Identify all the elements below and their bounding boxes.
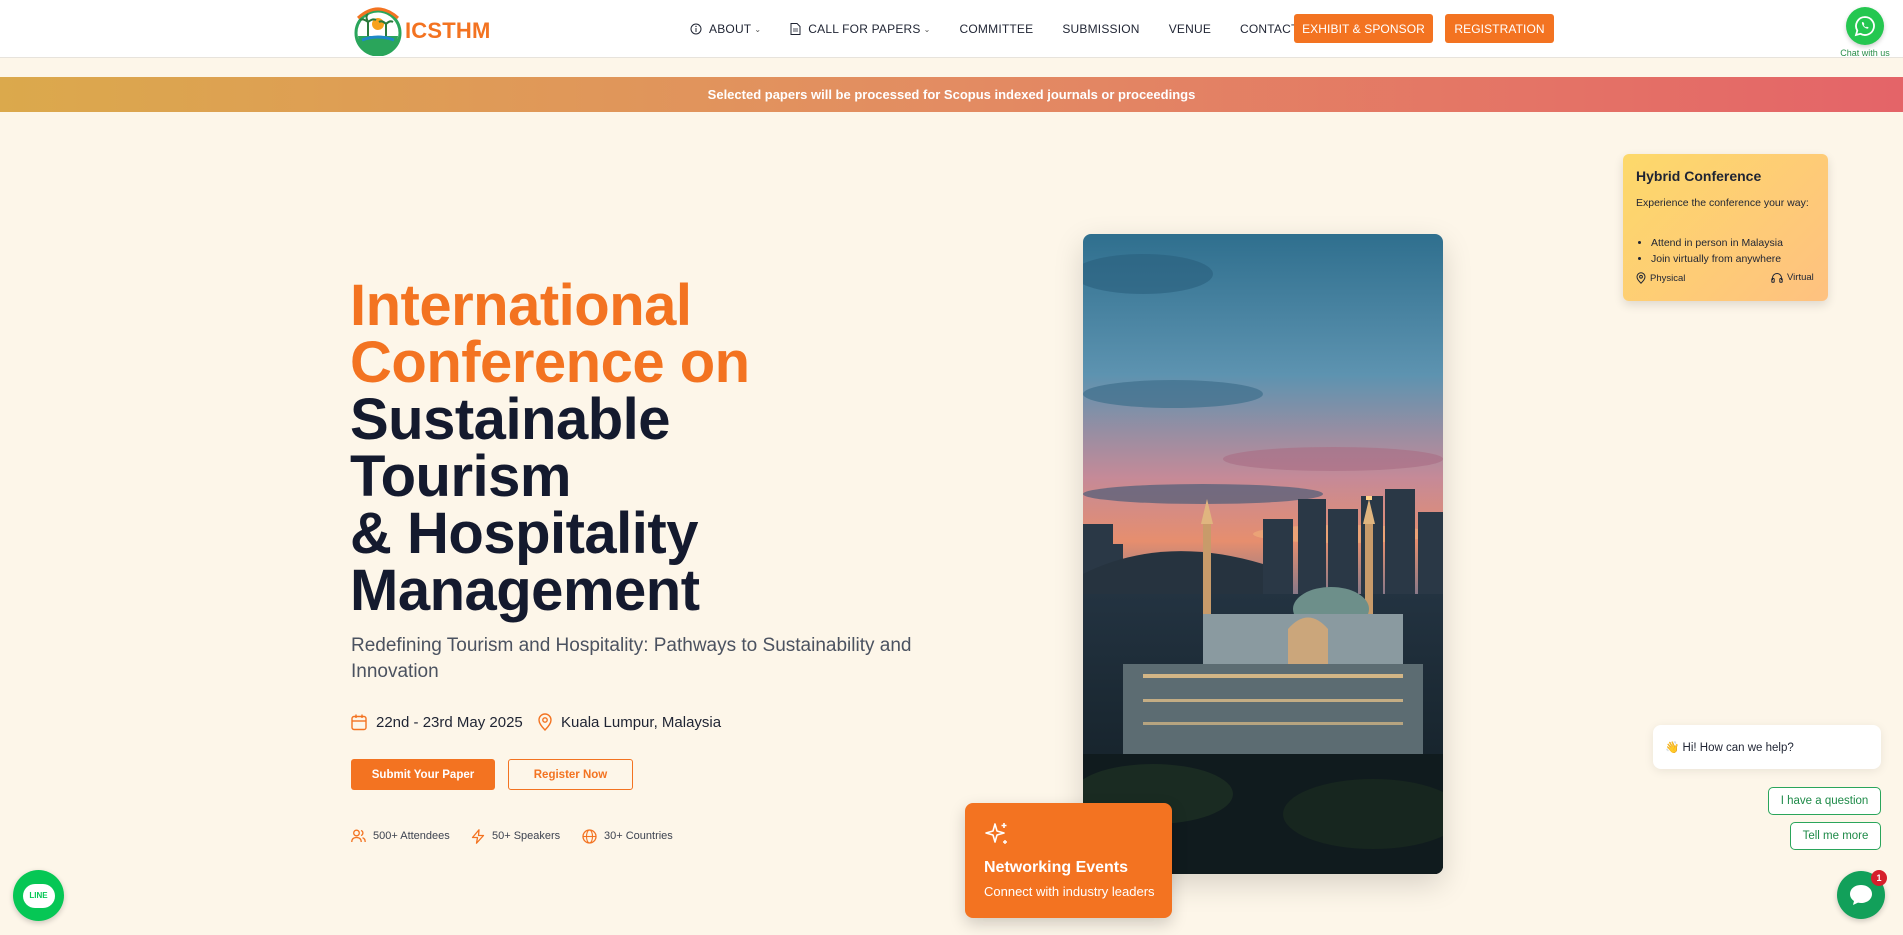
hybrid-conference-card: Hybrid Conference Experience the confere… xyxy=(1623,154,1828,301)
main-nav: ABOUT ⌄ CALL FOR PAPERS ⌄ COMMITTEE SUBM… xyxy=(690,0,1328,58)
nav-venue[interactable]: VENUE xyxy=(1169,22,1211,36)
title-line: & Hospitality xyxy=(350,501,698,566)
hero-title: International Conference on Sustainable … xyxy=(350,273,750,623)
list-item: Attend in person in Malaysia xyxy=(1651,235,1783,251)
whatsapp-button[interactable] xyxy=(1846,7,1884,45)
map-pin-icon xyxy=(538,713,552,731)
stat-attendees: 500+ Attendees xyxy=(351,828,450,844)
event-date-text: 22nd - 23rd May 2025 xyxy=(376,713,523,731)
chat-greeting: 👋 Hi! How can we help? xyxy=(1653,725,1881,769)
sparkles-icon xyxy=(985,823,1007,844)
logo-text: ICSTHM xyxy=(405,18,491,43)
list-item: Join virtually from anywhere xyxy=(1651,251,1783,267)
lightning-icon xyxy=(471,828,485,844)
document-icon xyxy=(790,23,801,35)
announcement-banner: Selected papers will be processed for Sc… xyxy=(0,77,1903,112)
globe-icon xyxy=(582,828,597,844)
virtual-tag: Virtual xyxy=(1771,272,1814,283)
event-date: 22nd - 23rd May 2025 xyxy=(351,711,523,733)
users-icon xyxy=(351,829,366,843)
chevron-down-icon: ⌄ xyxy=(923,24,931,34)
logo-emblem-icon xyxy=(352,6,404,57)
title-line: International xyxy=(350,273,692,338)
headphones-icon xyxy=(1771,273,1783,283)
info-circle-icon xyxy=(690,23,702,35)
nav-submission[interactable]: SUBMISSION xyxy=(1062,22,1139,36)
register-now-button[interactable]: Register Now xyxy=(508,759,633,790)
exhibit-sponsor-button[interactable]: EXHIBIT & SPONSOR xyxy=(1294,14,1433,43)
stat-attendees-text: 500+ Attendees xyxy=(373,830,450,842)
nav-contact[interactable]: CONTACT xyxy=(1240,22,1299,36)
stat-speakers-text: 50+ Speakers xyxy=(492,830,561,842)
notification-badge: 1 xyxy=(1871,870,1887,886)
whatsapp-label: Chat with us xyxy=(1840,48,1890,58)
chevron-down-icon: ⌄ xyxy=(754,24,762,34)
calendar-icon xyxy=(351,714,367,730)
physical-label: Physical xyxy=(1650,272,1686,284)
physical-tag: Physical xyxy=(1636,272,1685,284)
hero-subtitle: Redefining Tourism and Hospitality: Path… xyxy=(351,635,912,682)
site-header: ICSTHM ABOUT ⌄ CALL FOR PAPERS ⌄ COMMITT… xyxy=(0,0,1903,58)
networking-title: Networking Events xyxy=(984,859,1129,876)
title-line: Management xyxy=(350,558,700,623)
registration-button[interactable]: REGISTRATION xyxy=(1445,14,1554,43)
stat-speakers: 50+ Speakers xyxy=(471,828,560,844)
networking-subtitle: Connect with industry leaders xyxy=(984,884,1155,899)
nav-call-for-papers-label: CALL FOR PAPERS xyxy=(808,22,921,36)
title-line: Sustainable xyxy=(350,387,671,452)
line-chat-button[interactable]: LINE xyxy=(13,870,64,921)
title-line: Tourism xyxy=(350,444,571,509)
nav-call-for-papers[interactable]: CALL FOR PAPERS ⌄ xyxy=(790,22,930,36)
stat-countries-text: 30+ Countries xyxy=(604,830,673,842)
line-icon: LINE xyxy=(22,883,55,908)
networking-card: Networking Events Connect with industry … xyxy=(965,803,1172,918)
map-pin-icon xyxy=(1636,272,1646,284)
whatsapp-icon xyxy=(1854,16,1875,37)
virtual-label: Virtual xyxy=(1787,272,1814,283)
nav-about[interactable]: ABOUT ⌄ xyxy=(690,22,761,36)
chat-option-tell-more[interactable]: Tell me more xyxy=(1790,822,1881,850)
site-logo[interactable]: ICSTHM xyxy=(352,6,491,57)
venue-photo xyxy=(1083,234,1443,874)
hybrid-title: Hybrid Conference xyxy=(1636,168,1762,184)
nav-about-label: ABOUT xyxy=(709,22,752,36)
event-location: Kuala Lumpur, Malaysia xyxy=(538,711,721,733)
title-line: Conference on xyxy=(350,330,750,395)
submit-paper-button[interactable]: Submit Your Paper xyxy=(351,759,495,790)
hybrid-points: Attend in person in Malaysia Join virtua… xyxy=(1651,235,1783,267)
chat-icon xyxy=(1850,885,1872,905)
nav-committee[interactable]: COMMITTEE xyxy=(960,22,1034,36)
event-location-text: Kuala Lumpur, Malaysia xyxy=(561,713,722,731)
chat-option-question[interactable]: I have a question xyxy=(1768,787,1881,815)
stat-countries: 30+ Countries xyxy=(582,828,673,844)
hybrid-description: Experience the conference your way: xyxy=(1636,197,1809,209)
banner-text: Selected papers will be processed for Sc… xyxy=(707,87,1196,102)
